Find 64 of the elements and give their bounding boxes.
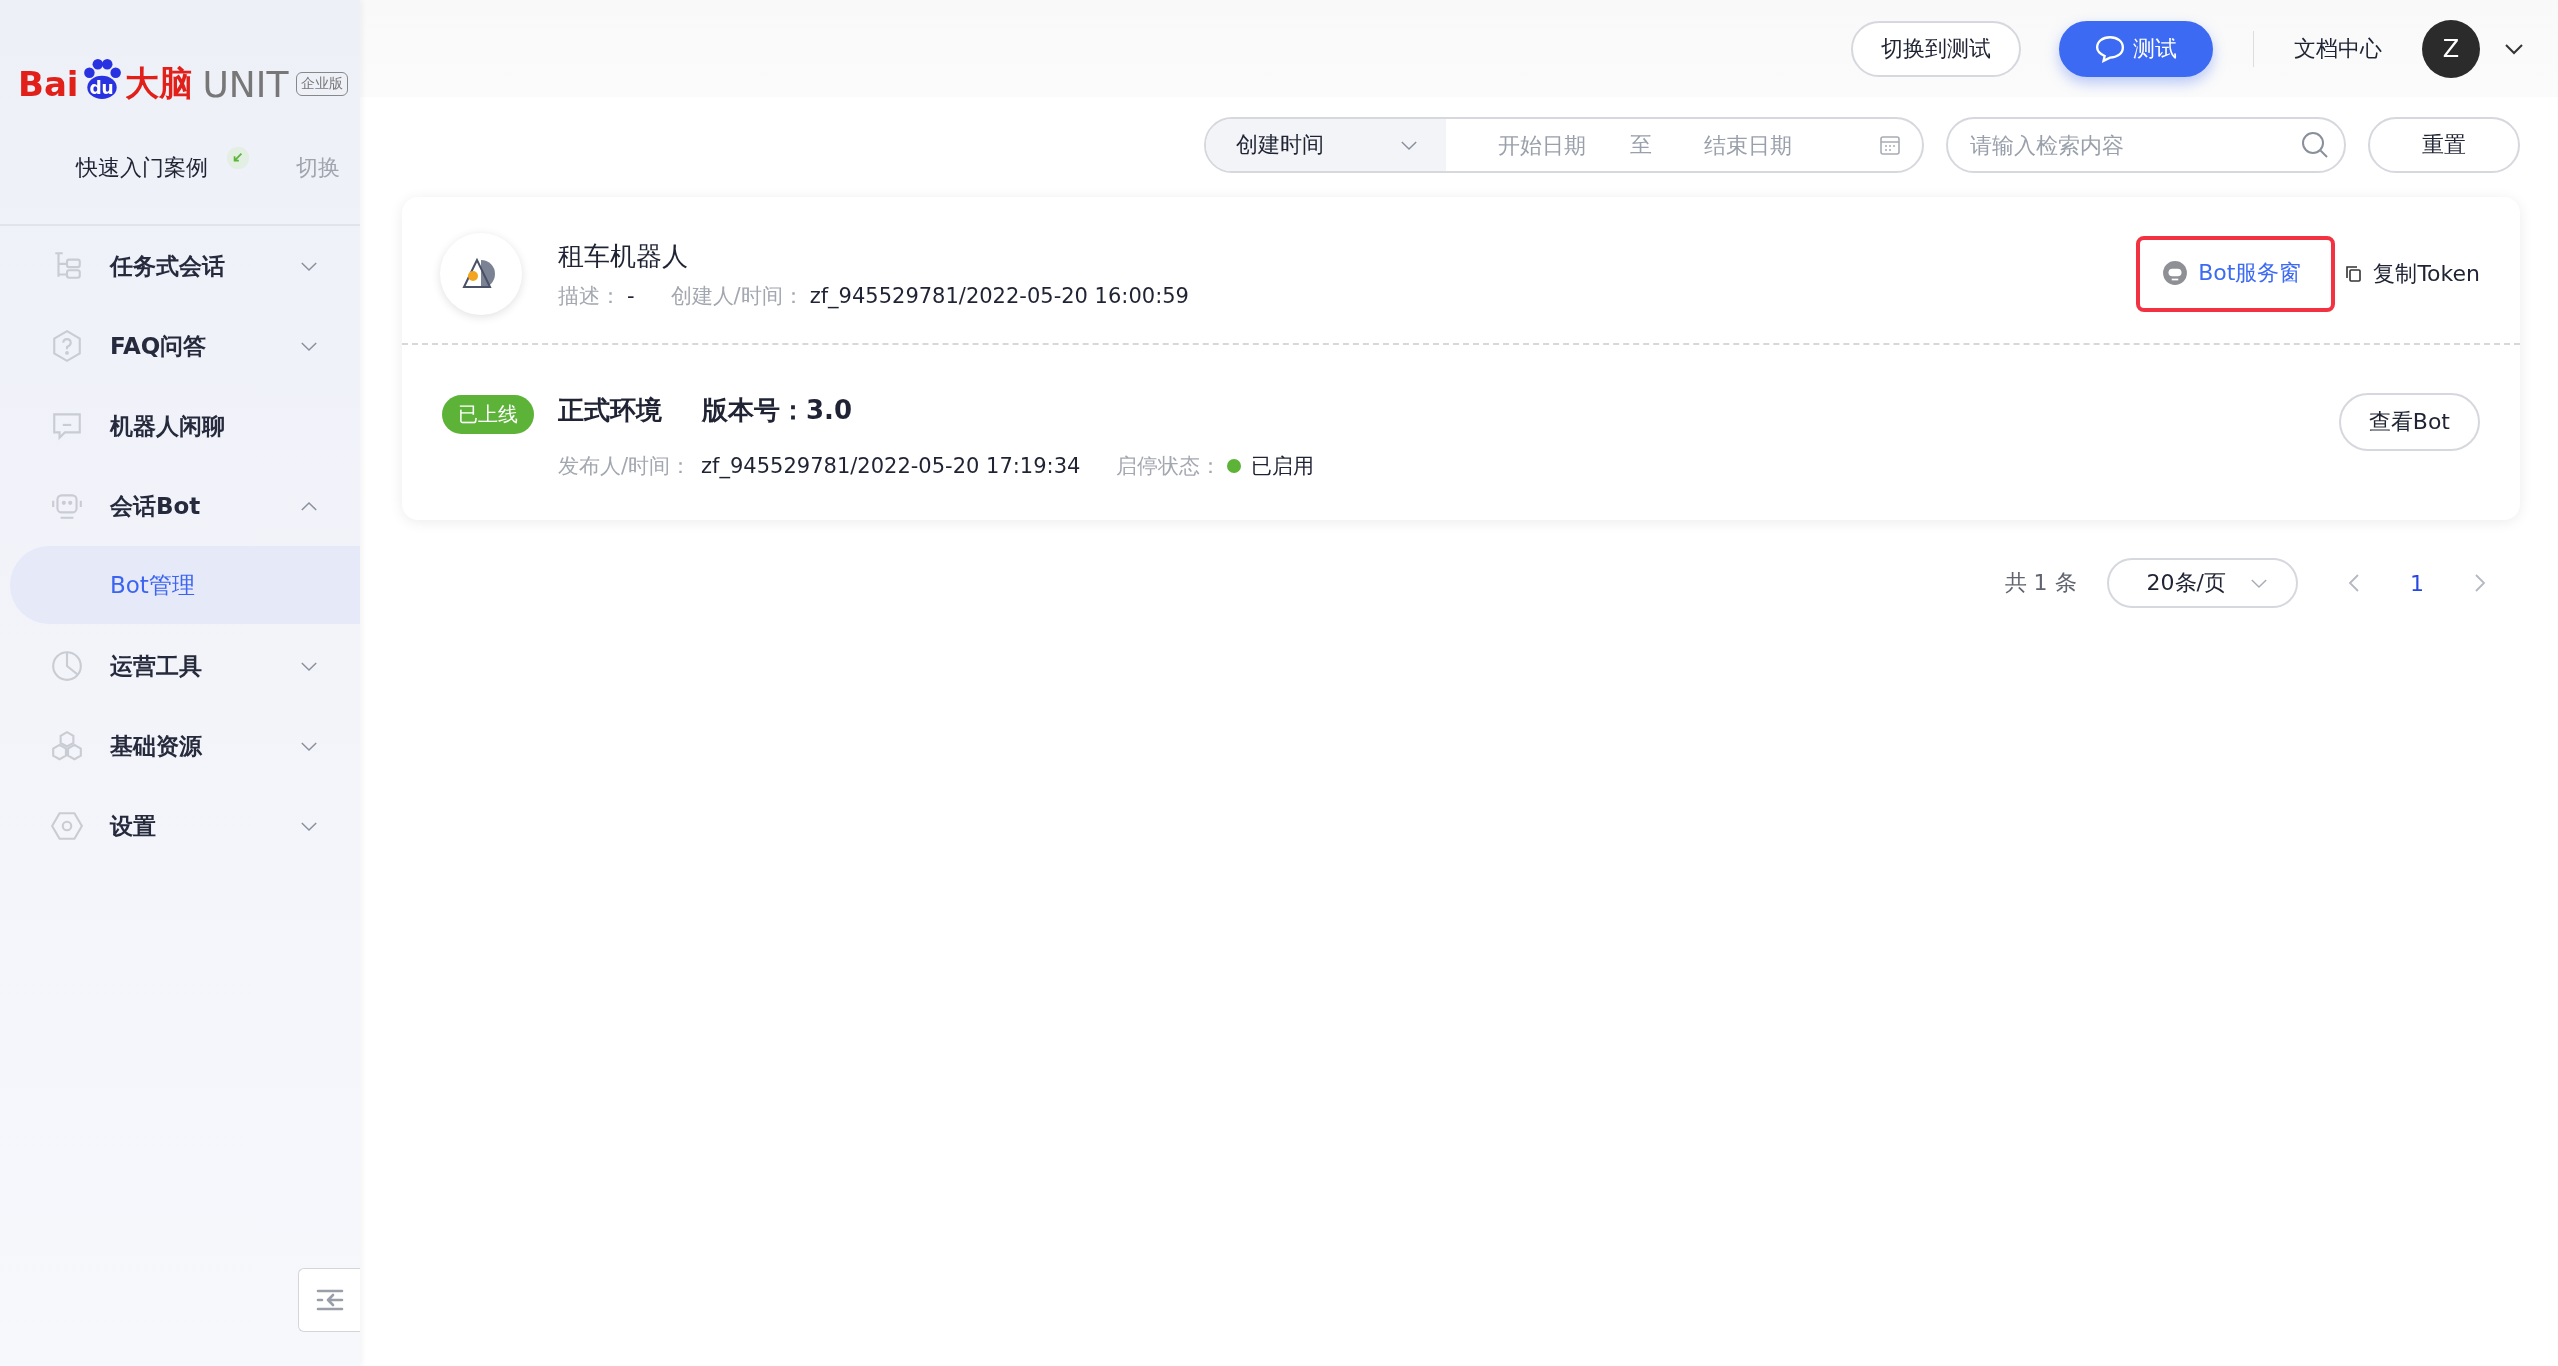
end-date-field[interactable]: 结束日期 <box>1702 131 1836 159</box>
sidebar-subitem[interactable]: Bot管理 <box>10 546 360 624</box>
chevron-down-icon <box>2250 577 2268 589</box>
chevron-down-icon <box>300 660 318 672</box>
sidebar-item[interactable]: 设置 <box>0 786 360 866</box>
search-field[interactable]: 请输入检索内容 <box>1946 117 2346 173</box>
search-icon[interactable] <box>2300 130 2330 160</box>
status-value: 已启用 <box>1251 453 1315 480</box>
docs-link[interactable]: 文档中心 <box>2294 33 2382 64</box>
sidebar-item[interactable]: 运营工具 <box>0 626 360 706</box>
view-bot-button[interactable]: 查看Bot <box>2338 393 2480 451</box>
meta-label: 描述： <box>558 282 621 310</box>
sidebar-item[interactable]: 机器人闲聊 <box>0 386 360 466</box>
paw-logo: du <box>80 58 123 100</box>
chevron-down-icon[interactable] <box>2504 42 2524 55</box>
meta-value: - <box>627 283 635 308</box>
copy-token-link[interactable]: 复制Token <box>2343 259 2480 289</box>
meta-label: 发布人/时间： <box>558 453 692 480</box>
chevron-down-icon <box>300 820 318 832</box>
bot-service-link[interactable]: Bot服务窗 <box>2162 258 2302 288</box>
chat-bubble-icon <box>2095 34 2125 63</box>
reset-button[interactable]: 重置 <box>2368 117 2520 173</box>
page-number[interactable]: 1 <box>2410 570 2424 596</box>
collapse-button[interactable] <box>298 1268 360 1332</box>
status-badge: 已上线 <box>442 395 534 434</box>
chevron-down-icon <box>300 260 318 272</box>
sidebar-item[interactable]: 基础资源 <box>0 706 360 786</box>
sidebar-item[interactable]: 会话Bot <box>0 466 360 546</box>
logo-text: Bai <box>18 64 79 104</box>
workspace-name: 快速入门案例 <box>76 154 208 182</box>
field-select[interactable]: 创建时间 <box>1206 119 1446 171</box>
chevron-up-icon <box>300 500 318 512</box>
logo-text: 大脑 <box>124 62 193 105</box>
chevron-down-icon <box>1400 139 1418 151</box>
previous-page-icon[interactable] <box>2348 573 2360 593</box>
total-count: 共 1 条 <box>2004 569 2077 597</box>
page-size-select[interactable]: 20条/页 <box>2106 558 2298 608</box>
bot-name: 租车机器人 <box>558 239 689 273</box>
meta-value: zf_945529781/2022-05-20 17:19:34 <box>701 454 1081 478</box>
calendar-icon[interactable] <box>1878 133 1902 157</box>
logo-text: UNIT <box>202 63 289 105</box>
next-page-icon[interactable] <box>2474 573 2486 593</box>
edition-badge: 企业版 <box>296 72 349 96</box>
hex3-icon <box>50 729 84 763</box>
collapse-icon <box>315 1288 344 1312</box>
test-button[interactable]: 测试 <box>2059 20 2213 77</box>
sidebar-item[interactable]: FAQ问答 <box>0 306 360 386</box>
pie-icon <box>50 649 84 683</box>
sidebar-item[interactable]: 任务式会话 <box>0 226 360 306</box>
start-date-field[interactable]: 开始日期 <box>1496 131 1630 159</box>
switch-to-test-button[interactable]: 切换到测试 <box>1851 20 2021 77</box>
meta-label: 创建人/时间： <box>670 282 804 310</box>
faq-icon <box>50 329 84 363</box>
headset-icon <box>2162 260 2189 286</box>
meta-value: zf_945529781/2022-05-20 16:00:59 <box>809 283 1189 308</box>
chevron-down-icon <box>300 740 318 752</box>
range-separator: 至 <box>1630 131 1652 159</box>
version-text: 版本号：3.0 <box>702 394 853 427</box>
gear-icon <box>50 809 84 843</box>
copy-icon <box>2343 264 2364 284</box>
meta-label: 启停状态： <box>1116 453 1222 480</box>
chevron-down-icon <box>300 340 318 352</box>
environment-name: 正式环境 <box>558 394 662 427</box>
user-avatar[interactable]: Z <box>2422 19 2480 78</box>
